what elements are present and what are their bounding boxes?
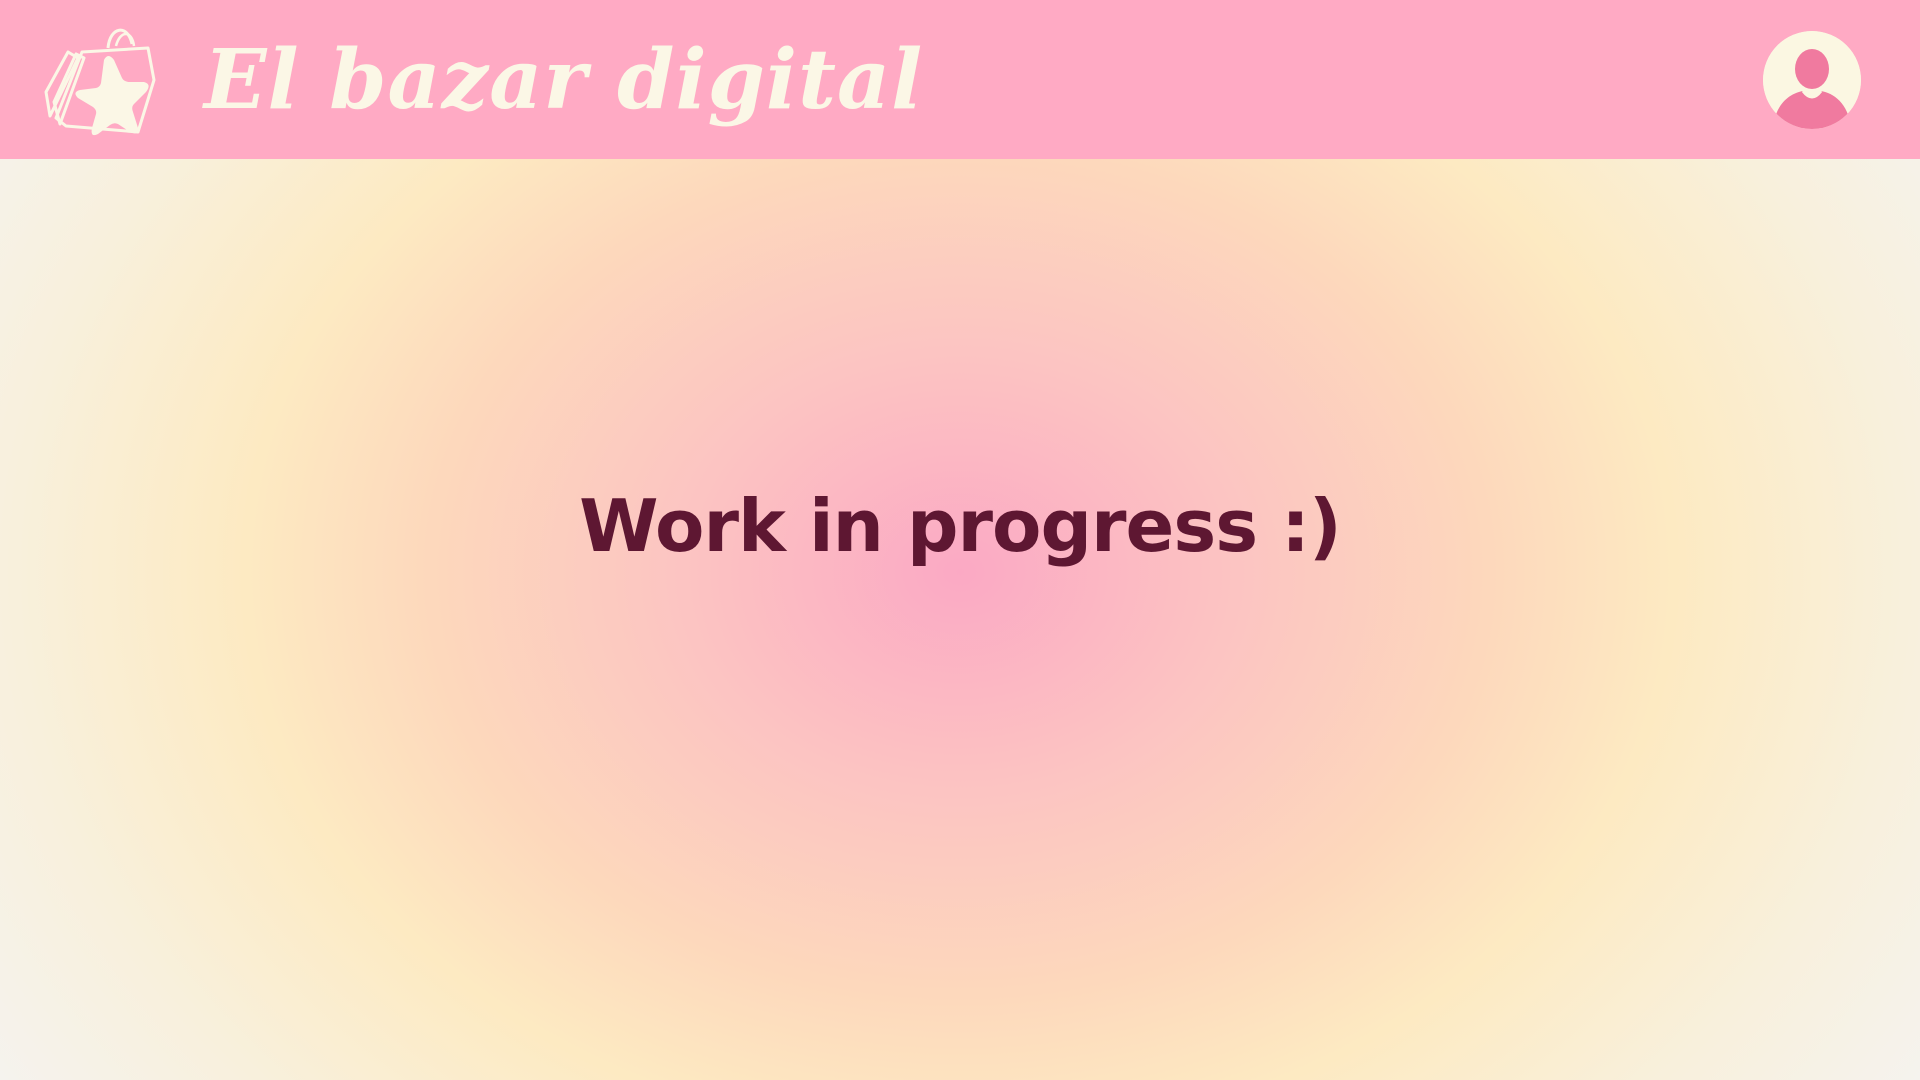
- brand[interactable]: El bazar digital: [38, 22, 923, 146]
- user-avatar-button[interactable]: [1763, 31, 1861, 129]
- app-title: El bazar digital: [204, 32, 924, 128]
- user-avatar-icon: [1763, 31, 1861, 129]
- work-in-progress-message: Work in progress :): [579, 484, 1342, 568]
- app-header: El bazar digital: [0, 0, 1920, 159]
- shopping-bag-star-icon: [44, 28, 156, 136]
